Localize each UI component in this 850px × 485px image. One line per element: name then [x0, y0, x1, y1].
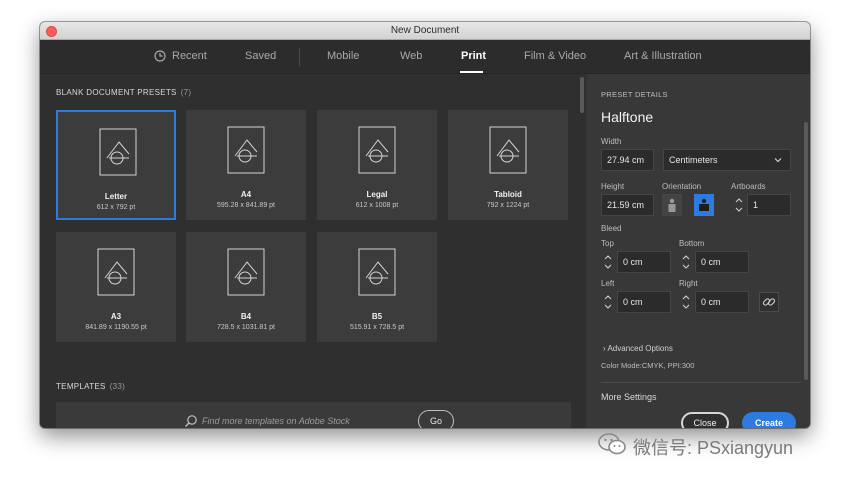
preset-card-a3[interactable]: A3 841.89 x 1190.55 pt: [56, 232, 176, 342]
preset-size: 612 x 1008 pt: [355, 202, 399, 209]
watermark-text: 微信号: PSxiangyun: [633, 438, 794, 458]
advanced-options-toggle[interactable]: › Advanced Options: [603, 344, 673, 353]
preset-name: A3: [110, 312, 122, 321]
tab-film-video[interactable]: Film & Video: [524, 50, 586, 62]
bleed-top-stepper[interactable]: [602, 251, 614, 273]
bleed-left-label: Left: [601, 279, 615, 288]
link-bleed-button[interactable]: [759, 292, 779, 312]
title-bar: New Document: [40, 22, 810, 40]
preset-details-panel: PRESET DETAILS Halftone Width 27.94 cm C…: [587, 74, 810, 428]
orientation-label: Orientation: [662, 182, 702, 191]
preset-card-a4[interactable]: A4 595.28 x 841.89 pt: [186, 110, 306, 220]
template-search-bar: Go: [56, 402, 571, 428]
preset-size: 792 x 1224 pt: [486, 202, 530, 209]
landscape-icon: [699, 198, 709, 211]
tab-saved[interactable]: Saved: [245, 50, 276, 62]
preset-card-letter[interactable]: Letter 612 x 792 pt: [56, 110, 176, 220]
wechat-icon: [598, 433, 626, 455]
artboards-stepper[interactable]: [733, 194, 745, 216]
preset-card-b5[interactable]: B5 515.91 x 728.5 pt: [317, 232, 437, 342]
create-button[interactable]: Create: [742, 412, 796, 428]
preset-card-b4[interactable]: B4 728.5 x 1031.81 pt: [186, 232, 306, 342]
chevron-down-icon: [774, 158, 782, 163]
width-field[interactable]: 27.94 cm: [601, 149, 654, 171]
bleed-left-stepper[interactable]: [602, 291, 614, 313]
new-document-dialog: New Document Recent Saved Mobile Web Pri…: [40, 22, 810, 428]
artboards-label: Artboards: [731, 182, 766, 191]
preset-size: 515.91 x 728.5 pt: [349, 324, 405, 331]
height-field[interactable]: 21.59 cm: [601, 194, 654, 216]
preset-details-label: PRESET DETAILS: [601, 90, 668, 99]
bleed-right-stepper[interactable]: [680, 291, 692, 313]
preset-size: 612 x 792 pt: [96, 204, 136, 211]
clock-icon: [154, 50, 166, 62]
width-label: Width: [601, 137, 622, 146]
templates-section-title: TEMPLATES (33): [56, 382, 126, 391]
units-value: Centimeters: [669, 155, 718, 165]
divider: [601, 382, 801, 383]
bleed-top-field[interactable]: 0 cm: [617, 251, 671, 273]
active-tab-indicator: [460, 71, 483, 73]
bleed-left-field[interactable]: 0 cm: [617, 291, 671, 313]
color-mode-info: Color Mode:CMYK, PPI:300: [601, 361, 695, 370]
more-settings-button[interactable]: More Settings: [601, 392, 657, 402]
preset-name: B4: [240, 312, 252, 321]
preset-name: Tabloid: [494, 190, 522, 199]
presets-panel: BLANK DOCUMENT PRESETS (7) Letter 612 x 7…: [40, 74, 585, 428]
bleed-bottom-label: Bottom: [679, 239, 705, 248]
presets-scrollbar[interactable]: [580, 77, 584, 113]
details-scrollbar[interactable]: [804, 122, 808, 380]
document-icon: [97, 248, 135, 296]
category-tabs: Recent Saved Mobile Web Print Film & Vid…: [40, 40, 810, 74]
preset-card-legal[interactable]: Legal 612 x 1008 pt: [317, 110, 437, 220]
tab-art-illustration[interactable]: Art & Illustration: [624, 50, 702, 62]
preset-name-input[interactable]: Halftone: [601, 109, 653, 125]
bleed-right-label: Right: [679, 279, 698, 288]
link-icon: [762, 298, 776, 306]
document-icon: [489, 126, 527, 174]
document-icon: [227, 126, 265, 174]
units-select[interactable]: Centimeters: [663, 149, 791, 171]
preset-card-tabloid[interactable]: Tabloid 792 x 1224 pt: [448, 110, 568, 220]
landscape-orientation-button[interactable]: [694, 194, 714, 216]
tab-web[interactable]: Web: [400, 50, 422, 62]
portrait-orientation-button[interactable]: [662, 194, 682, 216]
window-title: New Document: [390, 25, 460, 36]
preset-name: Legal: [366, 190, 388, 199]
go-button[interactable]: Go: [418, 410, 454, 428]
template-search-input[interactable]: [202, 412, 412, 428]
preset-size: 595.28 x 841.89 pt: [217, 202, 275, 209]
bleed-top-label: Top: [601, 239, 614, 248]
close-button[interactable]: Close: [681, 412, 729, 428]
tab-print[interactable]: Print: [461, 50, 486, 62]
preset-name: A4: [240, 190, 252, 199]
tab-divider: [299, 48, 300, 66]
document-icon: [227, 248, 265, 296]
bleed-bottom-stepper[interactable]: [680, 251, 692, 273]
preset-name: Letter: [104, 192, 128, 201]
tab-mobile[interactable]: Mobile: [327, 50, 359, 62]
artboards-field[interactable]: 1: [747, 194, 791, 216]
document-icon: [358, 248, 396, 296]
preset-size: 728.5 x 1031.81 pt: [217, 324, 275, 331]
preset-size: 841.89 x 1190.55 pt: [85, 324, 147, 331]
search-icon: [185, 415, 197, 427]
presets-section-title: BLANK DOCUMENT PRESETS (7): [56, 88, 192, 97]
chevron-right-icon: ›: [603, 344, 606, 353]
document-icon: [358, 126, 396, 174]
preset-name: B5: [371, 312, 383, 321]
bleed-right-field[interactable]: 0 cm: [695, 291, 749, 313]
height-label: Height: [601, 182, 625, 191]
document-icon: [99, 128, 137, 176]
bleed-bottom-field[interactable]: 0 cm: [695, 251, 749, 273]
bleed-label: Bleed: [601, 224, 622, 233]
portrait-icon: [668, 198, 676, 212]
tab-recent[interactable]: Recent: [172, 50, 207, 62]
